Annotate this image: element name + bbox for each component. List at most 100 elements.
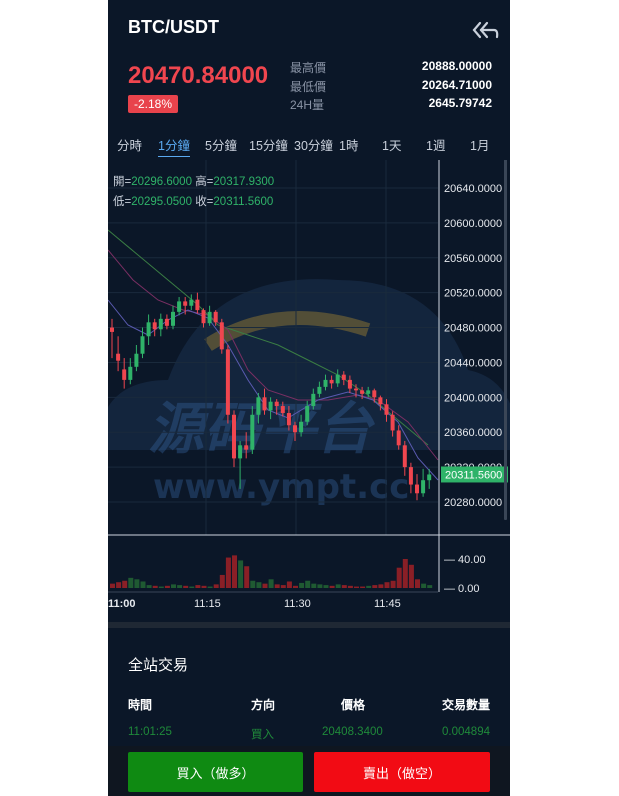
candle-body [116,353,121,361]
volume-bar [372,585,378,588]
price-tick-label: 20440.0000 [444,357,502,369]
volume-bar [268,579,274,588]
candle-body [347,379,352,389]
price-tick-label: 20480.0000 [444,323,502,335]
volume-bar [164,585,170,588]
tab-period-1min[interactable]: 1分鐘 [158,135,190,157]
volume-tick-label: — 0.00 [444,583,479,595]
candle-body [225,349,230,415]
candle-body [262,397,267,411]
price-tick-label: 20360.0000 [444,427,502,439]
candle-body [238,445,243,459]
volume-bar [171,584,176,588]
candle-body [177,301,182,312]
candle-body [152,322,157,330]
stat-high-value: 20888.00000 [421,59,492,73]
volume-bar [183,585,189,588]
period-tabs: 分時 1分鐘 5分鐘 15分鐘 30分鐘 1時 1天 1週 1月 [108,132,510,157]
trade-price: 20408.3400 [322,726,383,738]
candle-body [360,390,365,394]
ohlc-high-value: 20317.9300 [213,176,275,188]
volume-bar [177,585,183,588]
candle-body [341,374,346,380]
stat-volume-value: 2645.79742 [428,96,492,110]
kline-svg: 20640.0000 20600.0000 20560.0000 20520.0000… [108,160,510,610]
current-price-label: 20311.5600 [445,469,502,481]
candle-body [317,386,322,394]
candle-body [250,414,255,450]
volume-bar [360,586,366,588]
volume-bar [366,585,372,588]
ohlc-low-label: 低= [113,196,132,208]
col-time: 時間 [128,698,153,712]
volume-bar [323,585,329,588]
volume-tick-label: — 40.00 [444,554,486,566]
volume-bar [311,583,317,588]
price-tick-label: 20640.0000 [444,183,502,195]
candle-body [427,474,432,481]
candle-body [140,336,145,354]
buy-button[interactable]: 買入（做多） [128,752,303,792]
time-tick-label: 11:45 [374,598,401,610]
col-amount: 交易數量 [441,698,490,712]
candle-body [201,310,206,324]
trades-title: 全站交易 [128,657,189,674]
kline-chart[interactable]: 20640.0000 20600.0000 20560.0000 20520.0000… [108,160,510,620]
volume-bar [189,586,195,588]
chart-scrollbar [504,160,507,520]
ohlc-open-value: 20296.6000 [131,176,192,188]
candle-body [268,401,273,411]
candle-body [311,393,316,407]
tab-period-timeline[interactable]: 分時 [117,135,142,154]
volume-bar [232,555,237,588]
candle-body [158,318,163,330]
price-tick-label: 20400.0000 [444,392,502,404]
candle-body [354,388,358,391]
volume-bar [378,584,384,588]
double-chevron-left-icon[interactable] [472,18,500,42]
tab-period-1month[interactable]: 1月 [470,135,489,154]
time-tick-label: 11:30 [284,598,311,610]
ohlc-low-value: 20295.0500 [131,196,192,208]
candle-body [280,406,285,414]
candle-body [122,369,127,380]
volume-bar [384,582,390,588]
ohlc-close-value: 20311.5600 [213,196,274,208]
candle-body [408,467,413,485]
stat-volume: 24H量 2645.79742 [290,96,492,115]
time-tick-label: 11:00 [108,598,136,610]
ohlc-high-label: 高= [195,176,214,188]
tab-period-1hour[interactable]: 1時 [339,135,358,154]
trade-time: 11:01:25 [128,726,172,738]
volume-bar [219,574,225,588]
stat-low-label: 最低價 [290,79,327,94]
time-tick-label: 11:15 [194,598,221,610]
candle-body [189,299,194,306]
header: BTC/USDT [108,0,510,56]
change-badge: -2.18% [128,95,179,113]
volume-bar [238,560,244,588]
candle-body [232,414,236,459]
volume-bar [408,564,414,588]
volume-bar [207,586,213,588]
tab-period-30min[interactable]: 30分鐘 [294,135,333,154]
candle-body [128,366,133,380]
tab-period-5min[interactable]: 5分鐘 [205,135,237,154]
candle-body [390,414,395,431]
tab-period-1week[interactable]: 1週 [426,135,445,154]
candle-body [299,421,304,433]
pair-title: BTC/USDT [128,17,219,37]
sell-button[interactable]: 賣出（做空） [314,752,490,792]
candle-body [329,379,334,384]
ohlc-close-label: 收= [195,196,214,208]
candle-body [207,311,212,324]
ma-line-long [108,229,429,446]
volume-bar [402,559,408,588]
volume-bar [299,582,305,588]
price-tick-label: 20520.0000 [444,288,502,300]
tab-period-1day[interactable]: 1天 [382,135,401,154]
volume-bar [140,581,146,588]
tab-period-15min[interactable]: 15分鐘 [249,135,288,154]
candle-body [366,390,371,394]
volume-bar [110,583,115,588]
